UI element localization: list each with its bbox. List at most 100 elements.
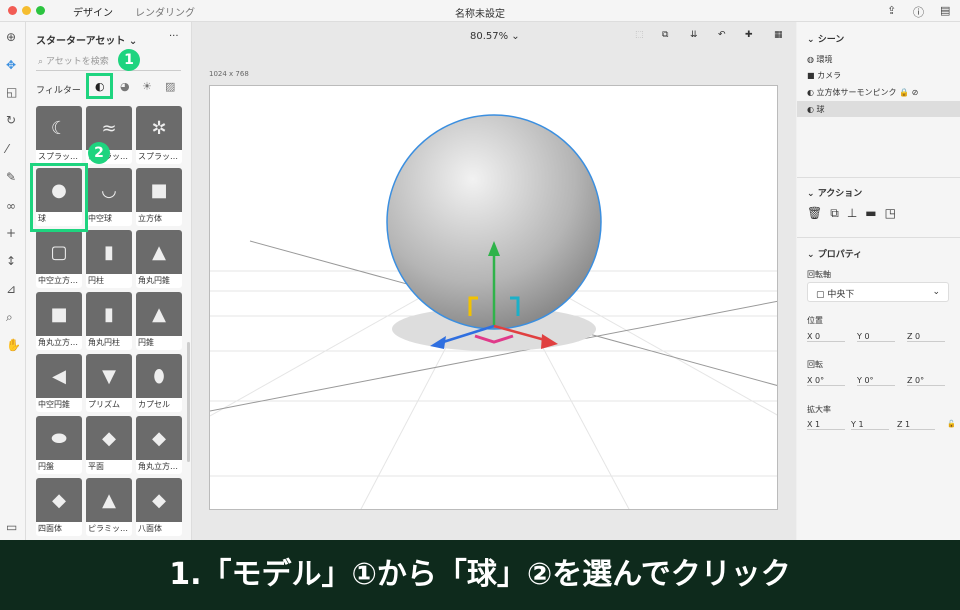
pivot-dropdown[interactable]: ▢ 中央下 ⌄ xyxy=(807,282,949,302)
scrollbar[interactable] xyxy=(187,342,190,462)
search-icon: ⌕ xyxy=(38,57,46,67)
scene-item-cube[interactable]: ◐ 立方体サーモンピンク 🔒 ⊘ xyxy=(807,87,918,98)
library-icon[interactable]: ▭ xyxy=(6,520,17,534)
assets-dropdown[interactable]: スターターアセット ⌄ xyxy=(36,32,137,47)
asset-label: スプラッ… xyxy=(38,152,78,161)
asset-label: 中空球 xyxy=(88,214,112,223)
position-z-input[interactable]: Z 0 xyxy=(907,332,945,342)
link-icon[interactable]: ∞ xyxy=(6,199,16,213)
help-icon[interactable]: ⓘ xyxy=(913,4,924,20)
asset-thumbnail: ◆ xyxy=(136,478,182,522)
scene-render xyxy=(210,114,777,509)
asset-thumbnail: ◆ xyxy=(36,478,82,522)
zoom-dropdown[interactable]: 80.57% ⌄ xyxy=(470,31,520,42)
rotation-y-input[interactable]: Y 0° xyxy=(857,376,895,386)
asset-thumbnail: ◆ xyxy=(86,416,132,460)
lock-scale-icon[interactable]: 🔓 xyxy=(947,420,956,428)
asset-tile[interactable]: ▢ 中空立方… xyxy=(36,230,82,288)
light-filter-icon[interactable]: ☀ xyxy=(142,80,152,93)
asset-label: 中空円錐 xyxy=(38,400,70,409)
asset-tile[interactable]: ⬮ カプセル xyxy=(136,354,182,412)
asset-tile[interactable]: ■ 立方体 xyxy=(136,168,182,226)
chart-icon[interactable]: ▦ xyxy=(774,30,783,40)
step-badge-1: 1 xyxy=(118,49,140,71)
asset-tile[interactable]: ☾ スプラッ… xyxy=(36,106,82,164)
scene-item-camera[interactable]: ■ カメラ xyxy=(807,70,841,81)
position-y-input[interactable]: Y 0 xyxy=(857,332,895,342)
asset-label: 四面体 xyxy=(38,524,62,533)
rotation-x-input[interactable]: X 0° xyxy=(807,376,845,386)
asset-tile[interactable]: ▮ 円柱 xyxy=(86,230,132,288)
step-badge-2: 2 xyxy=(88,142,110,164)
asset-tile[interactable]: ▲ 円錐 xyxy=(136,292,182,350)
asset-thumbnail: ⬮ xyxy=(136,354,182,398)
tool-bar: ⊕ ✥ ◱ ↻ ⁄ ✎ ∞ + ↕ ⊿ ⌕ ✋ ▭ xyxy=(0,22,26,540)
asset-tile[interactable]: ◀ 中空円錐 xyxy=(36,354,82,412)
add-keyframe-icon[interactable]: ✚ xyxy=(745,30,753,40)
scale-x-input[interactable]: X 1 xyxy=(807,420,845,430)
scene-item-sphere[interactable]: ◐ 球 xyxy=(807,104,825,115)
rotate-tool-icon[interactable]: ↻ xyxy=(6,113,16,127)
asset-label: 円柱 xyxy=(88,276,104,285)
share-icon[interactable]: ⇪ xyxy=(887,4,896,17)
asset-label: 角丸円錐 xyxy=(138,276,170,285)
hand-icon[interactable]: ✋ xyxy=(6,338,21,352)
asset-label: 角丸円柱 xyxy=(88,338,120,347)
asset-tile[interactable]: ▲ 角丸円錐 xyxy=(136,230,182,288)
material-filter-icon[interactable]: ◕ xyxy=(120,80,130,93)
undo-icon[interactable]: ↶ xyxy=(718,30,726,40)
drop-icon[interactable]: ⇊ xyxy=(690,30,698,40)
action-icons[interactable]: 🗑⧉⊥▬◳ xyxy=(807,206,904,221)
magic-wand-icon[interactable]: ⁄ xyxy=(6,142,8,156)
scale-y-input[interactable]: Y 1 xyxy=(851,420,889,430)
asset-tile[interactable]: ◆ 八面体 xyxy=(136,478,182,536)
instruction-caption: 1.「モデル」①から「球」②を選んでクリック xyxy=(0,540,960,610)
scale-z-input[interactable]: Z 1 xyxy=(897,420,935,430)
more-icon[interactable]: ··· xyxy=(169,31,179,42)
highlight-sphere xyxy=(30,163,88,232)
asset-tile[interactable]: ▲ ピラミッ… xyxy=(86,478,132,536)
asset-tile[interactable]: ▼ プリズム xyxy=(86,354,132,412)
viewport[interactable] xyxy=(209,85,778,510)
move-icon[interactable]: + xyxy=(6,226,16,240)
asset-label: 角丸立方… xyxy=(38,338,78,347)
frame-tool-icon[interactable]: ◱ xyxy=(6,85,17,99)
select-tool-icon[interactable]: ✥ xyxy=(6,58,16,72)
group-icon[interactable]: ⧉ xyxy=(662,30,668,40)
asset-tile[interactable]: ◆ 平面 xyxy=(86,416,132,474)
asset-tile[interactable]: ◡ 中空球 xyxy=(86,168,132,226)
export-icon: ◳ xyxy=(884,206,904,220)
vertical-move-icon[interactable]: ↕ xyxy=(6,254,16,268)
asset-thumbnail: ▲ xyxy=(136,292,182,336)
image-filter-icon[interactable]: ▨ xyxy=(165,80,175,93)
asset-tile[interactable]: ⬬ 円盤 xyxy=(36,416,82,474)
asset-tile[interactable]: ◆ 角丸立方… xyxy=(136,416,182,474)
drop-icon: ⊥ xyxy=(846,206,866,220)
asset-label: 角丸立方… xyxy=(138,462,178,471)
eyedropper-icon[interactable]: ✎ xyxy=(6,170,16,184)
scene-header[interactable]: ⌄ シーン xyxy=(807,32,844,45)
asset-label: 平面 xyxy=(88,462,104,471)
actions-header[interactable]: ⌄ アクション xyxy=(807,186,862,199)
canvas-size: 1024 x 768 xyxy=(209,70,249,78)
asset-label: カプセル xyxy=(138,400,170,409)
feedback-icon[interactable]: ▤ xyxy=(940,4,950,17)
properties-header[interactable]: ⌄ プロパティ xyxy=(807,247,862,260)
asset-thumbnail: ✲ xyxy=(136,106,182,150)
right-panel: ⌄ シーン ◍ 環境 ■ カメラ ◐ 立方体サーモンピンク 🔒 ⊘ ◐ 球 ⌄ … xyxy=(797,22,960,540)
asset-tile[interactable]: ▮ 角丸円柱 xyxy=(86,292,132,350)
asset-label: 立方体 xyxy=(138,214,162,223)
ground-icon[interactable]: ⊿ xyxy=(6,282,16,296)
lock-icon: 🔒 xyxy=(899,88,910,97)
asset-search-input[interactable]: ⌕ アセットを検索 xyxy=(36,54,181,71)
position-x-input[interactable]: X 0 xyxy=(807,332,845,342)
asset-tile[interactable]: ■ 角丸立方… xyxy=(36,292,82,350)
asset-tile[interactable]: ✲ スプラッ… xyxy=(136,106,182,164)
rotation-z-input[interactable]: Z 0° xyxy=(907,376,945,386)
zoom-icon[interactable]: ⌕ xyxy=(6,310,13,325)
add-icon[interactable]: ⊕ xyxy=(6,30,16,44)
align-icon[interactable]: ⬚ xyxy=(635,30,644,40)
asset-tile[interactable]: ◆ 四面体 xyxy=(36,478,82,536)
asset-thumbnail: ▮ xyxy=(86,292,132,336)
scene-item-environment[interactable]: ◍ 環境 xyxy=(807,54,833,65)
